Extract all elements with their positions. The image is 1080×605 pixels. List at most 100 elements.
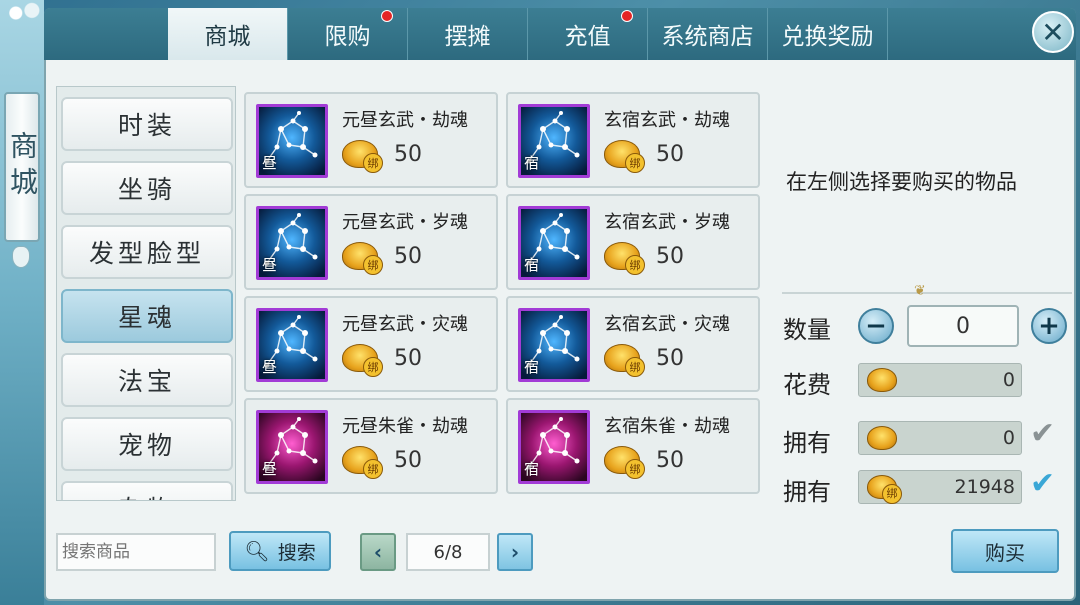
item-price: 50 [656, 142, 684, 167]
close-icon: ✕ [1041, 15, 1065, 49]
category-misc[interactable]: 杂物 [61, 481, 233, 500]
item-card[interactable]: 宿 玄宿玄武・岁魂绑 50 [506, 194, 760, 290]
chevron-right-icon: › [510, 540, 520, 564]
bound-gold-ingot-icon: 绑 [867, 475, 902, 504]
owned-bound-gold-field: 绑 21948 [858, 470, 1022, 504]
item-tag: 宿 [524, 358, 540, 376]
bind-badge: 绑 [363, 153, 383, 173]
tab-limited[interactable]: 限购 [288, 8, 408, 60]
divider [782, 292, 1072, 294]
item-card[interactable]: 昼 元昼玄武・劫魂绑 50 [244, 92, 498, 188]
item-price: 50 [394, 448, 422, 473]
category-list[interactable]: 时装 坐骑 发型脸型 星魂 法宝 宠物 杂物 [56, 86, 236, 501]
item-card[interactable]: 昼 元昼玄武・岁魂绑 50 [244, 194, 498, 290]
checkmark-icon[interactable]: ✔ [1030, 466, 1055, 501]
quantity-label: 数量 [783, 316, 831, 344]
item-name: 元昼玄武・灾魂 [342, 314, 468, 335]
item-price: 50 [394, 346, 422, 371]
category-label: 法宝 [117, 367, 176, 396]
owned-label: 拥有 [783, 429, 831, 457]
tab-recharge[interactable]: 充值 [528, 8, 648, 60]
item-tag: 昼 [262, 154, 278, 172]
item-price: 50 [394, 142, 422, 167]
item-name: 元昼朱雀・劫魂 [342, 416, 468, 437]
category-label: 时装 [117, 111, 176, 140]
category-label: 发型脸型 [88, 239, 205, 268]
bind-badge: 绑 [363, 357, 383, 377]
cost-label: 花费 [783, 371, 831, 399]
item-tag: 宿 [524, 256, 540, 274]
cost-field: 0 [858, 363, 1022, 397]
checkmark-icon[interactable]: ✔ [1030, 416, 1055, 451]
constellation-icon: 昼 [256, 206, 328, 280]
constellation-icon: 昼 [256, 410, 328, 484]
bound-gold-ingot-icon: 绑 [342, 446, 383, 479]
search-button[interactable]: 🔍︎ 搜索 [229, 531, 331, 571]
bound-gold-ingot-icon: 绑 [342, 140, 383, 173]
tab-exchange[interactable]: 兑换奖励 [768, 8, 888, 60]
notification-dot [621, 10, 633, 22]
item-name: 元昼玄武・岁魂 [342, 212, 468, 233]
category-label: 坐骑 [117, 175, 176, 204]
close-button[interactable]: ✕ [1032, 11, 1074, 53]
plus-icon: + [1038, 311, 1060, 341]
bound-gold-ingot-icon: 绑 [604, 242, 645, 275]
constellation-icon: 宿 [518, 410, 590, 484]
prev-page-button[interactable]: ‹ [360, 533, 396, 571]
item-price: 50 [394, 244, 422, 269]
category-label: 杂物 [118, 490, 176, 500]
constellation-icon: 宿 [518, 206, 590, 280]
bind-badge: 绑 [625, 459, 645, 479]
item-card[interactable]: 昼 元昼玄武・灾魂绑 50 [244, 296, 498, 392]
minus-icon: − [865, 311, 887, 341]
tab-label: 系统商店 [661, 24, 754, 50]
cost-value: 0 [1002, 369, 1015, 391]
item-tag: 宿 [524, 154, 540, 172]
tab-label: 商城 [204, 24, 251, 50]
bound-gold-ingot-icon: 绑 [604, 446, 645, 479]
constellation-icon: 宿 [518, 308, 590, 382]
search-input[interactable] [56, 533, 216, 571]
item-tag: 昼 [262, 460, 278, 478]
notification-dot [381, 10, 393, 22]
buy-button[interactable]: 购买 [951, 529, 1059, 573]
item-card[interactable]: 昼 元昼朱雀・劫魂绑 50 [244, 398, 498, 494]
category-label: 星魂 [117, 303, 176, 332]
category-label: 宠物 [117, 431, 176, 460]
owned-gold-value: 0 [1002, 427, 1015, 449]
category-hair-face[interactable]: 发型脸型 [61, 225, 233, 279]
increase-button[interactable]: + [1031, 308, 1067, 344]
next-page-button[interactable]: › [497, 533, 533, 571]
category-mount[interactable]: 坐骑 [61, 161, 233, 215]
tab-label: 限购 [324, 24, 371, 50]
tab-label: 摆摊 [444, 24, 491, 50]
tab-label: 兑换奖励 [781, 24, 874, 50]
item-grid: 昼元昼玄武・劫魂绑 50 宿玄宿玄武・劫魂绑 50 昼元昼玄武・岁魂绑 50 宿玄宿玄武・岁… [244, 92, 764, 497]
banner-title: 商城 [6, 131, 39, 203]
owned-gold-field: 0 [858, 421, 1022, 455]
item-name: 玄宿玄武・劫魂 [604, 110, 730, 131]
page-indicator: 6/8 [406, 533, 490, 571]
tab-system-store[interactable]: 系统商店 [648, 8, 768, 60]
search-icon: 🔍︎ [244, 539, 270, 563]
tab-stall[interactable]: 摆摊 [408, 8, 528, 60]
bind-badge: 绑 [363, 459, 383, 479]
tab-shop[interactable]: 商城 [168, 8, 288, 60]
item-card[interactable]: 宿 玄宿玄武・劫魂绑 50 [506, 92, 760, 188]
constellation-icon: 昼 [256, 104, 328, 178]
tab-bar: 商城 限购 摆摊 充值 系统商店 兑换奖励 [44, 8, 1076, 60]
category-treasure[interactable]: 法宝 [61, 353, 233, 407]
buy-button-label: 购买 [985, 540, 1025, 565]
decrease-button[interactable]: − [858, 308, 894, 344]
item-card[interactable]: 宿 玄宿玄武・灾魂绑 50 [506, 296, 760, 392]
bound-gold-ingot-icon: 绑 [604, 140, 645, 173]
quantity-input[interactable]: 0 [907, 305, 1019, 347]
selection-hint: 在左侧选择要购买的物品 [786, 170, 1017, 194]
category-pet[interactable]: 宠物 [61, 417, 233, 471]
category-fashion[interactable]: 时装 [61, 97, 233, 151]
item-card[interactable]: 宿 玄宿朱雀・劫魂绑 50 [506, 398, 760, 494]
category-star-soul[interactable]: 星魂 [61, 289, 233, 343]
tassel-decoration [12, 246, 30, 268]
bind-badge: 绑 [625, 153, 645, 173]
constellation-icon: 宿 [518, 104, 590, 178]
